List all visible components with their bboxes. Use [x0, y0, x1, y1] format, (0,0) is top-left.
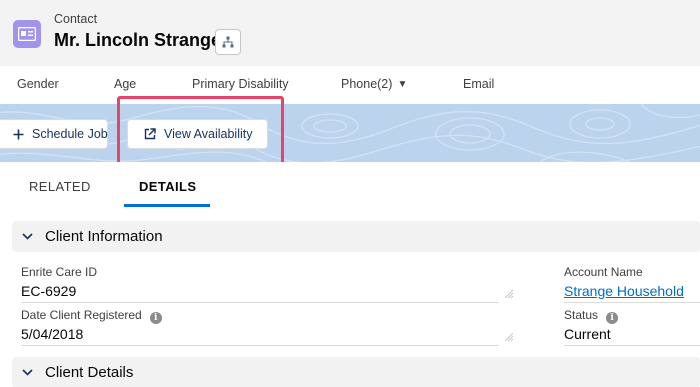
section-client-information[interactable]: Client Information — [12, 221, 700, 252]
record-type-label: Contact — [54, 12, 98, 26]
chevron-down-icon — [22, 369, 33, 376]
edit-pencil-icon[interactable] — [503, 288, 515, 300]
active-tab-indicator — [124, 204, 210, 207]
field-divider — [21, 302, 499, 303]
record-name: Mr. Lincoln Strange — [54, 30, 222, 50]
info-icon[interactable]: i — [149, 312, 162, 324]
caret-down-icon: ▼ — [397, 79, 408, 90]
contact-card-icon — [13, 20, 41, 48]
highlight-phone[interactable]: Phone(2) ▼ — [341, 77, 407, 91]
enrite-care-id-label: Enrite Care ID — [21, 265, 98, 279]
record-header: Contact Mr. Lincoln Strange — [0, 0, 700, 66]
view-availability-button[interactable]: View Availability — [127, 119, 268, 149]
highlight-primary-disability: Primary Disability — [192, 77, 289, 91]
plus-icon — [13, 129, 24, 140]
details-content: Client Information Enrite Care ID EC-692… — [0, 208, 700, 387]
chevron-down-icon — [22, 233, 33, 240]
tab-details[interactable]: DETAILS — [139, 179, 196, 194]
highlight-age: Age — [114, 77, 137, 91]
tab-related[interactable]: RELATED — [29, 179, 91, 194]
account-name-label: Account Name — [564, 265, 643, 279]
tab-bar: RELATED DETAILS — [0, 162, 700, 208]
highlights-panel: Gender Age Primary Disability Phone(2) ▼ … — [0, 66, 700, 104]
section-client-details[interactable]: Client Details — [12, 357, 700, 387]
date-registered-value: 5/04/2018 — [21, 326, 84, 342]
section-client-information-title: Client Information — [45, 228, 163, 245]
highlight-email: Email — [463, 77, 495, 91]
hierarchy-button[interactable] — [215, 29, 241, 55]
info-icon[interactable]: i — [606, 312, 619, 324]
date-registered-label: Date Client Registered i — [21, 308, 162, 324]
section-client-details-title: Client Details — [45, 364, 134, 381]
status-value: Current — [564, 326, 611, 342]
highlight-gender: Gender — [17, 77, 59, 91]
field-divider — [564, 345, 700, 346]
enrite-care-id-value: EC-6929 — [21, 283, 77, 299]
schedule-job-label: Schedule Job — [32, 127, 108, 141]
schedule-job-button[interactable]: Schedule Job — [0, 119, 108, 149]
view-availability-label: View Availability — [164, 127, 253, 141]
field-divider — [564, 302, 700, 303]
status-label-text: Status — [564, 308, 599, 322]
date-registered-label-text: Date Client Registered — [21, 308, 142, 322]
external-link-icon — [144, 128, 156, 140]
status-label: Status i — [564, 308, 619, 324]
edit-pencil-icon[interactable] — [503, 331, 515, 343]
highlight-phone-label: Phone(2) — [341, 77, 393, 91]
field-divider — [21, 345, 499, 346]
hierarchy-icon — [222, 36, 234, 48]
account-name-link[interactable]: Strange Household — [564, 283, 684, 299]
